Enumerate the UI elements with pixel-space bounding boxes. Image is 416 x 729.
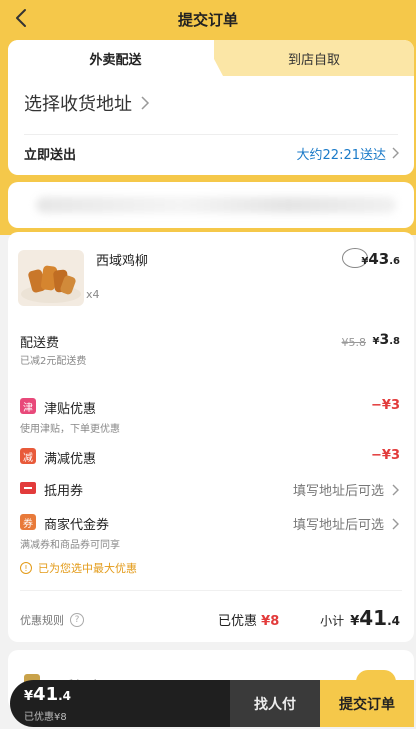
- info-icon: !: [20, 562, 32, 574]
- chevron-right-icon: [392, 484, 399, 495]
- coupon-selector[interactable]: 填写地址后可选: [293, 480, 400, 499]
- delivery-fee-note: 已减2元配送费: [20, 356, 87, 367]
- blurred-content: [36, 197, 396, 213]
- coupon-hint: 填写地址后可选: [292, 484, 384, 499]
- discount-rules[interactable]: 优惠规则 ?: [20, 612, 84, 628]
- checkout-bar: ¥41.4 已优惠¥8 找人付 提交订单: [10, 680, 414, 727]
- delivery-time-estimate-text: 大约22:21送达: [296, 147, 386, 163]
- price-integer: 41: [359, 606, 388, 630]
- chevron-right-icon: [392, 518, 399, 529]
- delivery-fee-original: ¥5.8: [341, 336, 367, 349]
- merchant-voucher-label: 商家代金券: [44, 518, 110, 533]
- find-payer-button[interactable]: 找人付: [230, 680, 320, 727]
- food-quantity: x4: [86, 288, 100, 301]
- price-integer: 3: [379, 332, 390, 348]
- store-info-blurred: [8, 182, 414, 228]
- merchant-voucher-selector[interactable]: 填写地址后可选: [293, 514, 400, 533]
- price-symbol: ¥: [24, 689, 34, 704]
- chevron-right-icon: [141, 96, 150, 110]
- allowance-discount-value: −¥3: [371, 398, 400, 413]
- subtotal-label: 小计: [320, 614, 345, 628]
- delivery-time-label: 立即送出: [24, 147, 77, 163]
- question-icon: ?: [70, 613, 84, 627]
- select-address-row[interactable]: 选择收货地址: [24, 88, 404, 118]
- price-decimal: .4: [387, 614, 400, 628]
- full-reduction-value: −¥3: [371, 448, 400, 463]
- fried-chicken-image: [21, 265, 81, 303]
- food-price: ¥43.6: [361, 250, 400, 268]
- price-integer: 43: [368, 250, 390, 268]
- allowance-discount-note: 使用津贴，下单更优惠: [20, 424, 120, 435]
- price-decimal: .8: [389, 336, 400, 347]
- checkout-saved-note: 已优惠¥8: [24, 712, 67, 723]
- select-address-label: 选择收货地址: [24, 94, 132, 115]
- delivery-time-row[interactable]: 立即送出 大约22:21送达: [24, 142, 400, 164]
- full-reduction-label: 满减优惠: [44, 452, 97, 467]
- delivery-mode-tabs: 到店自取 外卖配送: [8, 40, 414, 76]
- coupon-label: 抵用券: [44, 484, 84, 499]
- saved-amount: ¥8: [261, 614, 280, 629]
- subtotal: 小计 ¥41.4: [320, 606, 400, 630]
- merchant-voucher-hint: 填写地址后可选: [292, 518, 384, 533]
- divider: [24, 134, 398, 135]
- delivery-fee-label: 配送费: [20, 336, 60, 351]
- saved-summary: 已优惠 ¥8: [218, 610, 279, 629]
- merchant-voucher-note: 满减券和商品券可同享: [20, 540, 120, 551]
- allowance-discount-label: 津贴优惠: [44, 402, 97, 417]
- tab-delivery[interactable]: 外卖配送: [8, 40, 223, 76]
- food-name: 西域鸡柳: [96, 254, 149, 269]
- discount-rules-label: 优惠规则: [20, 614, 64, 627]
- header: 提交订单: [0, 0, 416, 38]
- chevron-right-icon: [392, 147, 399, 159]
- price-symbol: ¥: [350, 614, 360, 629]
- price-decimal: .6: [389, 256, 400, 267]
- subtotal-price: ¥41.4: [350, 606, 400, 630]
- page-title: 提交订单: [177, 10, 238, 29]
- max-discount-text: 已为您选中最大优惠: [38, 562, 137, 575]
- saved-label: 已优惠: [218, 614, 258, 629]
- back-arrow-icon[interactable]: [10, 6, 34, 30]
- delivery-card: 到店自取 外卖配送 选择收货地址 立即送出 大约22:21送达: [8, 40, 414, 175]
- order-card: 西域鸡柳 x4 ¥43.6 配送费 已减2元配送费 ¥5.8 ¥3.8 津 津贴…: [8, 232, 414, 642]
- food-image: [18, 250, 84, 306]
- price-integer: 41: [33, 684, 59, 705]
- checkout-total: ¥41.4: [24, 684, 71, 705]
- full-reduction-badge-icon: 减: [20, 448, 36, 464]
- divider: [20, 590, 402, 591]
- merchant-voucher-badge-icon: 券: [20, 514, 36, 530]
- max-discount-note: ! 已为您选中最大优惠: [20, 560, 137, 576]
- delivery-time-estimate: 大约22:21送达: [297, 144, 400, 163]
- allowance-badge-icon: 津: [20, 398, 36, 414]
- price-decimal: .4: [58, 689, 72, 703]
- coupon-icon: [20, 482, 36, 494]
- submit-order-button[interactable]: 提交订单: [320, 680, 414, 727]
- tab-pickup[interactable]: 到店自取: [214, 40, 414, 76]
- delivery-fee-price: ¥3.8: [373, 332, 400, 348]
